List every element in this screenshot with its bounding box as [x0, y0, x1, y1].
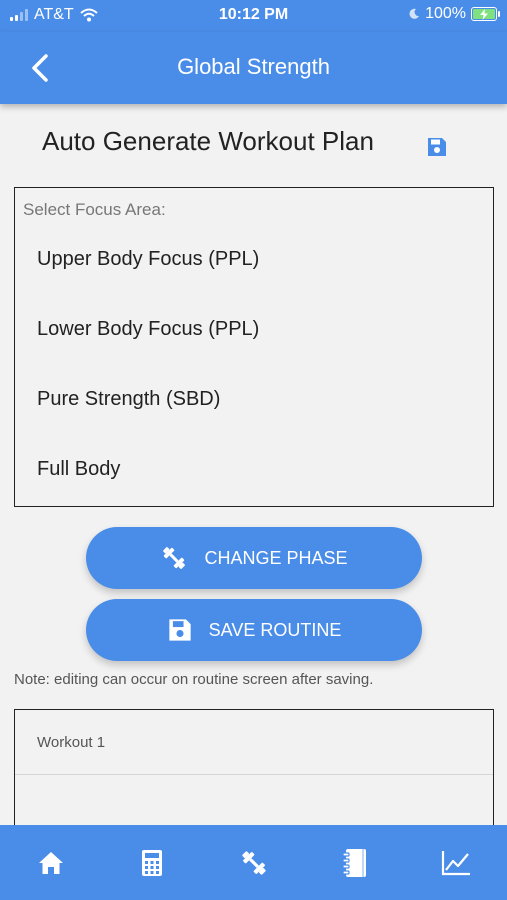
tab-home[interactable]	[0, 825, 101, 900]
status-right: 100%	[408, 5, 500, 23]
change-phase-label: CHANGE PHASE	[204, 547, 348, 568]
dumbbell-icon	[163, 547, 186, 569]
save-routine-button[interactable]: SAVE ROUTINE	[86, 599, 422, 661]
focus-area-label: Select Focus Area:	[23, 200, 166, 219]
nav-title: Global Strength	[177, 54, 330, 79]
focus-option-full-body[interactable]: Full Body	[37, 458, 120, 481]
tab-bar	[0, 825, 507, 900]
tab-progress[interactable]	[406, 825, 507, 900]
focus-area-list: Select Focus Area: Upper Body Focus (PPL…	[14, 187, 494, 507]
status-bar: AT&T 10:12 PM 100%	[0, 0, 507, 32]
battery-percent: 100%	[425, 5, 466, 22]
save-icon[interactable]	[426, 136, 448, 158]
focus-option-pure-strength[interactable]: Pure Strength (SBD)	[37, 388, 220, 411]
dumbbell-icon	[241, 850, 266, 875]
note-text: Note: editing can occur on routine scree…	[14, 671, 374, 688]
notebook-icon	[342, 848, 366, 877]
focus-option-upper-body[interactable]: Upper Body Focus (PPL)	[37, 248, 259, 271]
chart-icon	[442, 850, 471, 875]
tab-workouts[interactable]	[203, 825, 304, 900]
nav-bar: Global Strength	[0, 32, 507, 104]
home-icon	[38, 851, 63, 874]
battery-icon	[471, 7, 500, 21]
moon-icon	[409, 8, 420, 19]
tab-calculator[interactable]	[101, 825, 202, 900]
page-title: Auto Generate Workout Plan	[42, 126, 374, 156]
calculator-icon	[142, 849, 163, 876]
save-icon	[169, 619, 191, 641]
divider	[15, 774, 493, 775]
change-phase-button[interactable]: CHANGE PHASE	[86, 527, 422, 589]
save-routine-label: SAVE ROUTINE	[208, 619, 342, 640]
focus-option-lower-body[interactable]: Lower Body Focus (PPL)	[37, 318, 259, 341]
tab-journal[interactable]	[304, 825, 405, 900]
workout-item-label[interactable]: Workout 1	[37, 734, 105, 751]
